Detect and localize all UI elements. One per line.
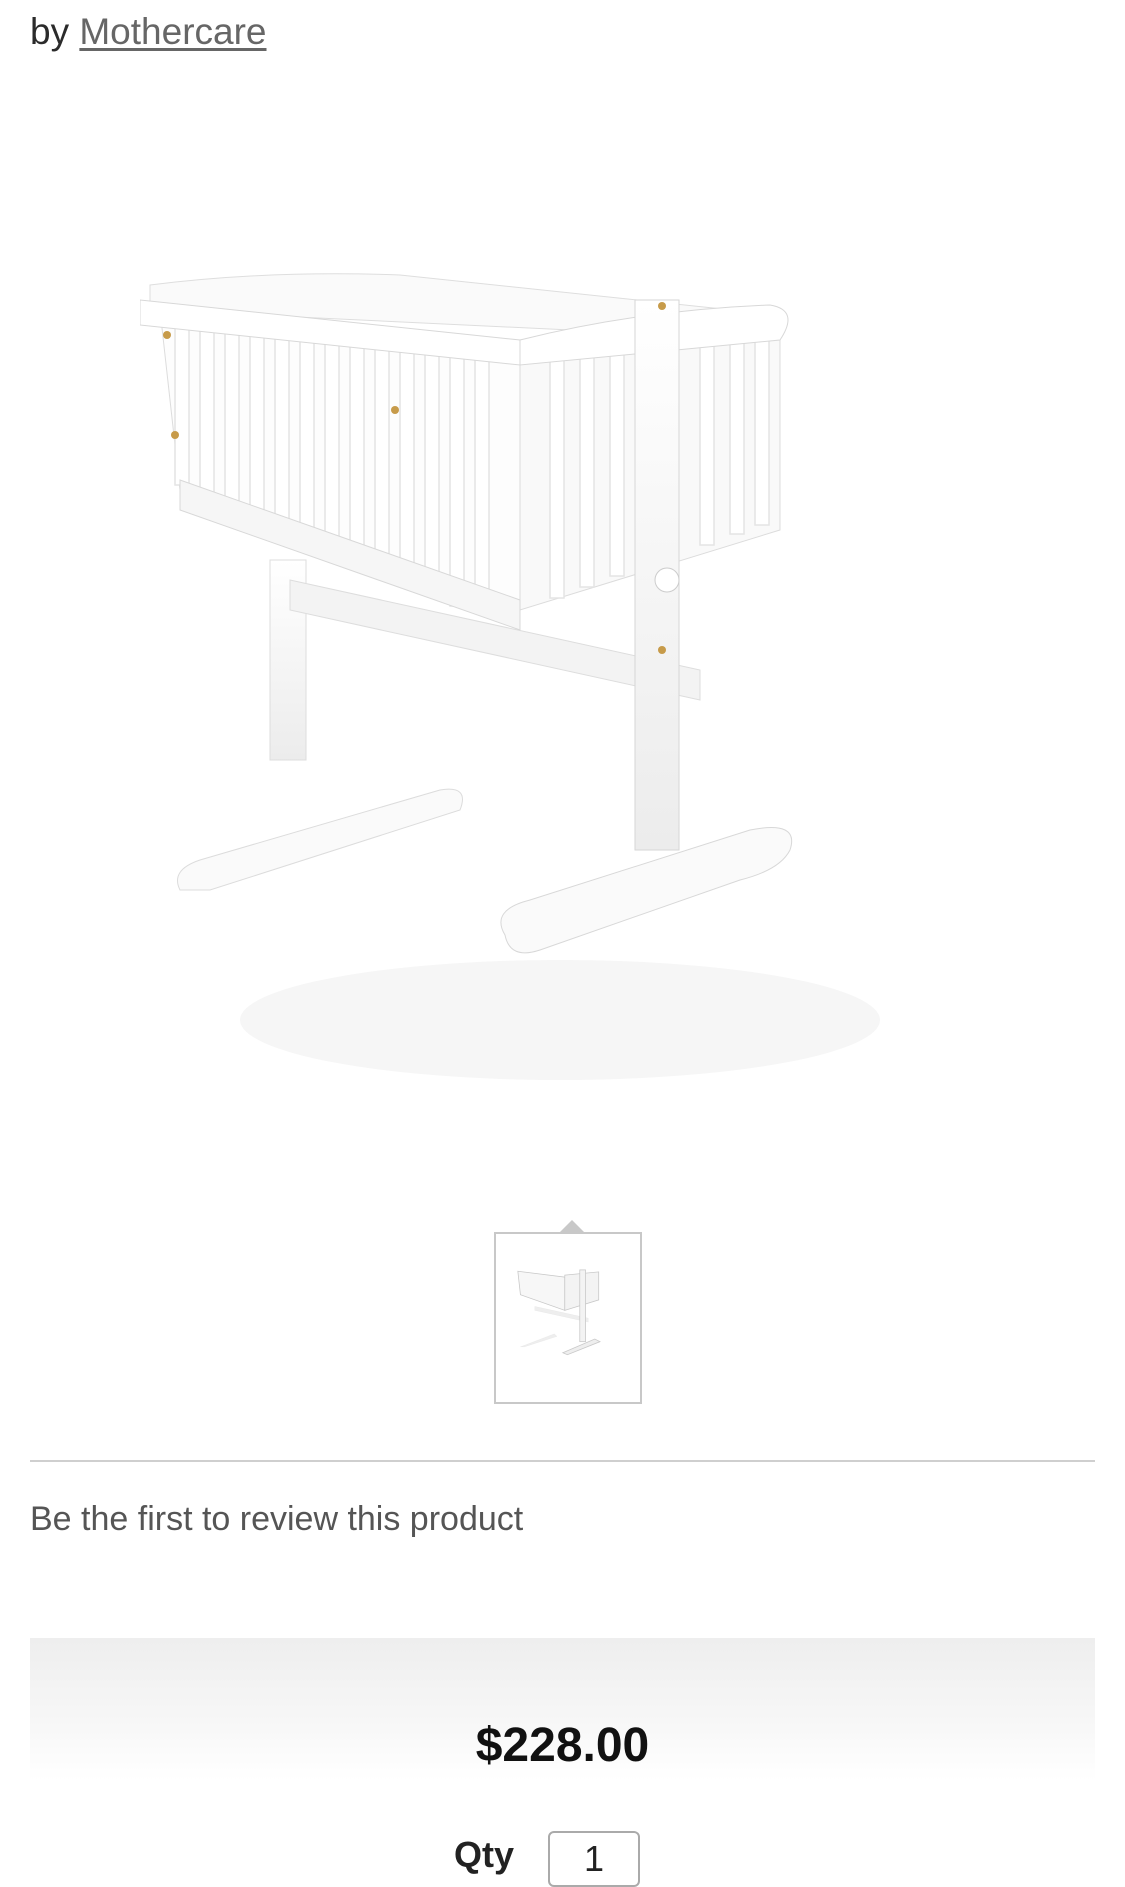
purchase-panel: $228.00 Qty <box>30 1638 1095 1887</box>
crib-lock-knob <box>654 567 680 593</box>
qty-input[interactable] <box>548 1831 640 1887</box>
product-main-image[interactable] <box>139 270 980 1190</box>
product-thumbnail[interactable] <box>494 1232 642 1404</box>
crib-foot-left <box>177 788 463 891</box>
product-price: $228.00 <box>475 1719 650 1772</box>
brand-link[interactable]: Mothercare <box>79 11 266 52</box>
crib-illustration <box>139 273 880 1080</box>
qty-label: Qty <box>454 1834 515 1875</box>
write-review-link[interactable]: Be the first to review this product <box>30 1498 523 1540</box>
thumbnail-selected-indicator <box>560 1220 584 1232</box>
section-divider <box>30 1460 1095 1462</box>
brand-prefix: by <box>30 11 70 52</box>
brand-line: by Mothercare <box>30 10 267 54</box>
crib-thumbnail-illustration <box>517 1269 601 1356</box>
floor-shadow <box>240 960 880 1080</box>
